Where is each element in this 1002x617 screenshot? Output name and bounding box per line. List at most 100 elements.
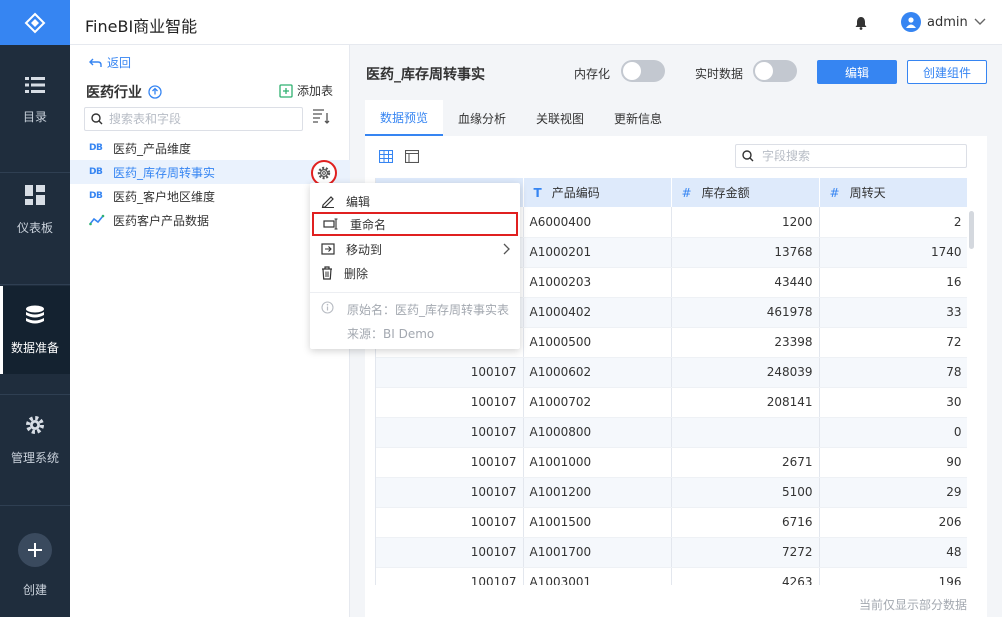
table-search[interactable]	[84, 107, 303, 131]
table-cell: 43440	[671, 267, 820, 298]
tree-item-customer-product[interactable]: 医药客户产品数据	[70, 208, 350, 232]
nav-item-catalog[interactable]: 目录	[0, 56, 70, 144]
table-cell: A1001700	[523, 537, 672, 568]
text-type-icon: T	[533, 186, 542, 200]
nav-label: 创建	[22, 583, 47, 597]
dataset-header: 医药_库存周转事实 内存化 实时数据 编辑 创建组件	[350, 45, 1002, 100]
detail-view-icon[interactable]	[405, 150, 419, 163]
table-cell: 248039	[671, 357, 820, 388]
pencil-icon	[321, 196, 334, 208]
table-cell: 100107	[376, 507, 524, 538]
info-icon	[321, 301, 334, 317]
menu-item-label: 删除	[344, 266, 369, 281]
menu-item-rename[interactable]: 重命名	[312, 212, 518, 236]
number-type-icon: #	[829, 186, 840, 200]
column-header[interactable]: # 库存金额	[671, 178, 820, 207]
group-title: 医药行业	[86, 82, 162, 102]
nav-label: 数据准备	[10, 340, 59, 355]
nav-create-button[interactable]: 创建	[0, 533, 70, 598]
table-cell: 5100	[671, 477, 820, 508]
nav-item-data-prep[interactable]: 数据准备	[0, 286, 70, 374]
bell-icon[interactable]	[855, 16, 867, 33]
add-table-button[interactable]: 添加表	[279, 82, 333, 99]
tab-update-info[interactable]: 更新信息	[599, 100, 677, 136]
number-type-icon: #	[681, 186, 692, 200]
back-label: 返回	[107, 56, 132, 70]
left-nav: 目录 仪表板 数据准备 管理系统 创建	[0, 0, 70, 617]
table-cell: 100107	[376, 417, 524, 448]
table-cell: A1000702	[523, 387, 672, 418]
top-bar: FineBI商业智能 admin	[70, 0, 1002, 45]
table-cell: A1001200	[523, 477, 672, 508]
tree-item-product-dim[interactable]: DB 医药_产品维度	[70, 136, 350, 160]
partial-data-note: 当前仅显示部分数据	[859, 598, 968, 612]
table-cell: 100107	[376, 537, 524, 568]
sort-icon[interactable]	[312, 108, 332, 129]
table-cell: 208141	[671, 387, 820, 418]
menu-item-move-to[interactable]: 移动到	[310, 237, 520, 261]
add-file-icon	[279, 83, 293, 98]
toggle-realtime-label: 实时数据	[695, 67, 744, 81]
user-menu[interactable]: admin	[901, 12, 986, 32]
table-cell: 100107	[376, 567, 524, 585]
toggle-memory[interactable]	[621, 60, 665, 82]
tree-item-inventory-fact[interactable]: DB 医药_库存周转事实	[70, 160, 350, 184]
menu-item-label: 编辑	[346, 194, 371, 209]
edit-button[interactable]: 编辑	[817, 60, 897, 84]
column-header[interactable]: T 产品编码	[523, 178, 672, 207]
table-cell: 90	[819, 447, 967, 478]
menu-item-delete[interactable]: 删除	[310, 261, 520, 285]
column-header[interactable]: # 周转天	[819, 178, 967, 207]
menu-item-edit[interactable]: 编辑	[310, 189, 520, 213]
table-cell: 2671	[671, 447, 820, 478]
table-search-input[interactable]	[109, 112, 289, 126]
nav-item-dashboard[interactable]: 仪表板	[0, 166, 70, 254]
create-component-button[interactable]: 创建组件	[907, 60, 987, 84]
toggle-memory-label: 内存化	[574, 67, 611, 81]
user-name: admin	[927, 14, 968, 30]
refresh-icon[interactable]	[148, 85, 162, 99]
gear-icon	[26, 415, 44, 434]
original-name-info: 原始名：医药_库存周转事实表	[347, 303, 510, 317]
field-search-input[interactable]	[762, 149, 952, 163]
menu-item-label: 重命名	[350, 217, 387, 232]
table-cell: A6000400	[523, 207, 672, 238]
table-cell: 16	[819, 267, 967, 298]
table-cell: 1740	[819, 237, 967, 268]
tree-item-label: 医药_产品维度	[113, 141, 192, 156]
context-menu: 编辑 重命名 移动到 删除 原始名：医药_库存周转事实表 来源：BI Demo	[310, 183, 520, 349]
trash-icon	[322, 266, 332, 280]
table-cell: 2	[819, 207, 967, 238]
self-service-dataset-icon	[89, 214, 105, 226]
table-cell: 206	[819, 507, 967, 538]
table-cell: A1003001	[523, 567, 672, 585]
back-link[interactable]: 返回	[89, 54, 131, 71]
table-row: 100107 A1001500 6716 206	[376, 507, 967, 538]
grid-view-icon[interactable]	[379, 150, 393, 163]
nav-label: 仪表板	[16, 220, 53, 235]
tree-item-customer-region[interactable]: DB 医药_客户地区维度	[70, 184, 350, 208]
db-icon: DB	[89, 167, 103, 177]
nav-label: 管理系统	[10, 450, 59, 465]
nav-item-admin[interactable]: 管理系统	[0, 396, 70, 484]
nav-divider	[0, 505, 70, 506]
scrollbar[interactable]	[969, 211, 974, 249]
table-row: 100107 A1001700 7272 48	[376, 537, 967, 568]
tree-item-label: 医药_库存周转事实	[113, 165, 216, 180]
field-search[interactable]	[735, 144, 967, 168]
tab-data-preview[interactable]: 数据预览	[365, 100, 444, 136]
tab-relation-view[interactable]: 关联视图	[521, 100, 599, 136]
table-tree-panel: 返回 医药行业 添加表 DB 医药_产品维度 DB 医药_库存周转事实 DB 医…	[70, 45, 350, 617]
table-cell: 196	[819, 567, 967, 585]
chevron-right-icon	[503, 243, 510, 255]
dashboard-icon	[25, 184, 45, 205]
table-cell: 100107	[376, 387, 524, 418]
rename-icon	[323, 218, 338, 230]
gear-icon	[317, 166, 331, 180]
toggle-realtime[interactable]	[753, 60, 797, 82]
db-icon: DB	[89, 143, 103, 153]
table-cell: 23398	[671, 327, 820, 358]
tab-lineage[interactable]: 血缘分析	[443, 100, 521, 136]
app-logo[interactable]	[0, 0, 70, 45]
table-row: 100107 A1001000 2671 90	[376, 447, 967, 478]
